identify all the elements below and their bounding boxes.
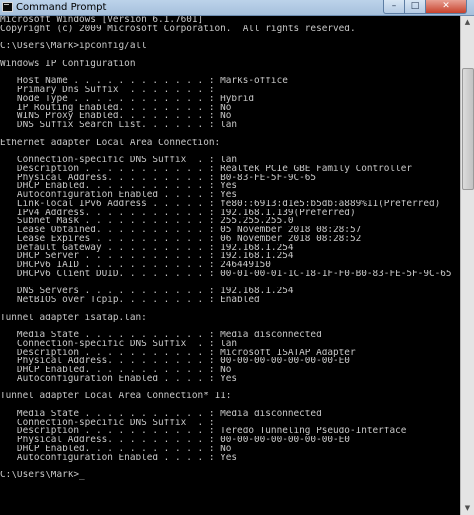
console-output[interactable]: Microsoft Windows [Version 6.1.7601] Copy… [0,16,460,515]
close-button[interactable]: ✕ [425,0,467,14]
console-line: DHCP Enabled. . . . . . . . . . . : No [0,444,232,454]
scroll-down-arrow-icon[interactable]: ▼ [461,502,474,515]
console-line: Default Gateway . . . . . . . . . : 192.… [0,243,294,253]
console-line: DHCP Enabled. . . . . . . . . . . : No [0,366,232,375]
console-line: DHCPv6 Client DUID. . . . . . . . : 00-0… [0,269,452,279]
console-line: NetBIOS over Tcpip. . . . . . . . : Enab… [0,296,260,305]
minimize-button[interactable]: – [383,0,405,14]
scroll-up-arrow-icon[interactable]: ▲ [461,16,474,29]
console-line: WINS Proxy Enabled. . . . . . . . : No [0,112,232,121]
console-line: Windows IP Configuration [0,59,136,69]
console-line: Media State . . . . . . . . . . . : Medi… [0,331,322,340]
console-line: Description . . . . . . . . . . . : Real… [0,164,413,174]
console-line: DHCP Enabled. . . . . . . . . . . : Yes [0,182,238,191]
console-line: Media State . . . . . . . . . . . : Medi… [0,409,322,419]
command-prompt-icon[interactable] [2,2,13,12]
console-line: Autoconfiguration Enabled . . . . : Yes [0,374,238,384]
console-line: Tunnel adapter Local Area Connection* 11… [0,392,232,401]
console-line: Microsoft Windows [Version 6.1.7601] [0,16,204,25]
console-line: IP Routing Enabled. . . . . . . . : No [0,103,232,113]
console-line: Subnet Mask . . . . . . . . . . . : 255.… [0,217,294,226]
console-line: Autoconfiguration Enabled . . . . : Yes [0,453,238,463]
console-line: DNS Servers . . . . . . . . . . . : 192.… [0,287,294,296]
console-line: Host Name . . . . . . . . . . . . : Mark… [0,77,288,86]
console-line: Physical Address. . . . . . . . . : 00-0… [0,357,350,366]
console-line: DHCPv6 IAID . . . . . . . . . . . : 2464… [0,261,271,270]
console-line: Connection-specific DNS Suffix . : lan [0,156,238,165]
command-prompt-window: Command Prompt – □ ✕ Microsoft Windows [… [0,0,474,515]
console-line: Copyright (c) 2009 Microsoft Corporation… [0,24,356,34]
vertical-scrollbar[interactable]: ▲ ▼ [460,16,474,515]
console-line: C:\Users\Mark>_ [0,471,85,480]
title-bar[interactable]: Command Prompt – □ ✕ [0,0,474,16]
maximize-button[interactable]: □ [404,0,426,14]
console-line: DHCP Server . . . . . . . . . . . : 192.… [0,252,294,261]
console-line: Description . . . . . . . . . . . : Tere… [0,427,407,436]
console-line: Link-local IPv6 Address . . . . . : fe80… [0,199,441,209]
console-line: Connection-specific DNS Suffix . : [0,418,215,428]
console-line: Autoconfiguration Enabled . . . . : Yes [0,191,238,200]
window-title: Command Prompt [16,2,107,13]
console-line: C:\Users\Mark>ipconfig/all [0,42,147,51]
console-line: Physical Address. . . . . . . . . : 00-0… [0,436,350,445]
console-line: DNS Suffix Search List. . . . . . : lan [0,121,238,130]
console-line: Ethernet adapter Local Area Connection: [0,138,221,148]
console-line: Lease Expires . . . . . . . . . . : 06 N… [0,234,362,244]
console-line: IPv4 Address. . . . . . . . . . . : 192.… [0,208,356,218]
console-line: Lease Obtained. . . . . . . . . . : 05 N… [0,226,362,235]
console-line: Physical Address. . . . . . . . . : B0-8… [0,173,317,183]
console-line: Description . . . . . . . . . . . : Micr… [0,348,356,358]
console-line: Node Type . . . . . . . . . . . . : Hybr… [0,94,254,104]
scroll-thumb[interactable] [462,68,474,190]
console-line: Tunnel adapter isatap.lan: [0,313,147,323]
console-line: Connection-specific DNS Suffix . : lan [0,339,238,349]
console-line: Primary Dns Suffix . . . . . . . : [0,86,215,95]
